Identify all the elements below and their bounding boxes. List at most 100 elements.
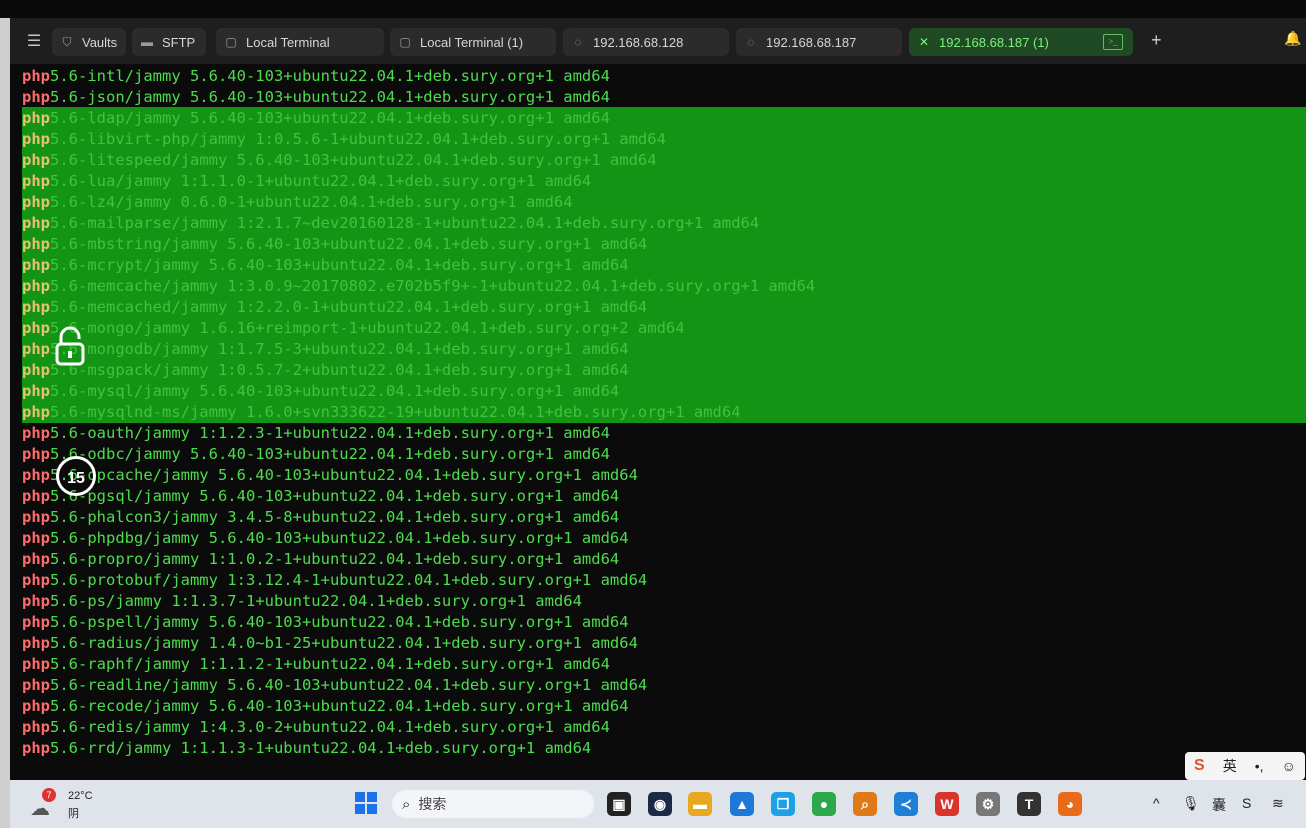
package-prefix: php (22, 361, 50, 379)
terminal-icon: ▢ (225, 35, 237, 49)
terminal-line: php5.6-json/jammy 5.6.40-103+ubuntu22.04… (22, 87, 815, 108)
package-prefix: php (22, 88, 50, 106)
terminal-line: php5.6-msgpack/jammy 1:0.5.7-2+ubuntu22.… (22, 360, 815, 381)
package-prefix: php (22, 340, 50, 358)
ime-punctuation-toggle[interactable]: •, (1255, 758, 1264, 774)
package-prefix: php (22, 256, 50, 274)
new-tab-plus-icon[interactable]: + (1151, 30, 1162, 51)
tab-local-terminal[interactable]: ▢ Local Terminal (216, 28, 384, 56)
package-info: 5.6-odbc/jammy 5.6.40-103+ubuntu22.04.1+… (50, 445, 610, 463)
ime-tray-icon[interactable]: 囊 (1212, 795, 1226, 815)
package-info: 5.6-ldap/jammy 5.6.40-103+ubuntu22.04.1+… (50, 109, 610, 127)
sogou-tray-icon[interactable]: S (1242, 795, 1251, 811)
weather-widget[interactable]: ☁ 7 22°C 阴 (30, 788, 93, 820)
chat-app-icon[interactable]: ◉ (648, 792, 672, 816)
terminal-line: php5.6-pspell/jammy 5.6.40-103+ubuntu22.… (22, 612, 815, 633)
copy-app-icon[interactable]: ❐ (771, 792, 795, 816)
weather-temp: 22°C (68, 790, 93, 802)
package-info: 5.6-oauth/jammy 1:1.2.3-1+ubuntu22.04.1+… (50, 424, 610, 442)
search-icon: ⌕ (402, 795, 411, 813)
sogou-logo-icon: S (1194, 757, 1205, 774)
ime-toolbar[interactable]: S 英 •, ☺ (1185, 752, 1305, 780)
terminal-line: php5.6-litespeed/jammy 5.6.40-103+ubuntu… (22, 150, 815, 171)
package-prefix: php (22, 676, 50, 694)
notification-bell-icon[interactable]: 🔔 (1284, 30, 1301, 47)
photos-icon[interactable]: ▲ (730, 792, 754, 816)
microphone-icon[interactable]: 🎙 (1182, 795, 1200, 812)
search-app-icon[interactable]: ⌕ (853, 792, 877, 816)
windows-start-icon[interactable] (355, 792, 377, 814)
package-prefix: php (22, 529, 50, 547)
hamburger-menu-icon[interactable]: ☰ (24, 32, 44, 52)
terminal-line: php5.6-ldap/jammy 5.6.40-103+ubuntu22.04… (22, 108, 815, 129)
tool-icon[interactable]: ⚙ (976, 792, 1000, 816)
tab-label: 192.168.68.187 (1) (939, 34, 1049, 50)
top-black-strip (0, 0, 1306, 18)
package-prefix: php (22, 739, 50, 757)
wps-icon[interactable]: W (935, 792, 959, 816)
package-prefix: php (22, 235, 50, 253)
package-info: 5.6-mongo/jammy 1.6.16+reimport-1+ubuntu… (50, 319, 685, 337)
package-prefix: php (22, 298, 50, 316)
search-placeholder: 搜索 (418, 796, 447, 812)
package-prefix: php (22, 172, 50, 190)
terminal-line: php5.6-pgsql/jammy 5.6.40-103+ubuntu22.0… (22, 486, 815, 507)
tab-host-187-1[interactable]: ✕ 192.168.68.187 (1) >_ (909, 28, 1133, 56)
ime-language-toggle[interactable]: 英 (1223, 756, 1237, 776)
package-info: 5.6-mailparse/jammy 1:2.1.7~dev20160128-… (50, 214, 760, 232)
firefox-icon[interactable]: ◕ (1058, 792, 1082, 816)
vscode-icon[interactable]: ≺ (894, 792, 918, 816)
tab-local-terminal-1[interactable]: ▢ Local Terminal (1) (390, 28, 556, 56)
package-prefix: php (22, 550, 50, 568)
package-prefix: php (22, 382, 50, 400)
terminal-line: php5.6-oauth/jammy 1:1.2.3-1+ubuntu22.04… (22, 423, 815, 444)
typora-icon[interactable]: T (1017, 792, 1041, 816)
package-info: 5.6-readline/jammy 5.6.40-103+ubuntu22.0… (50, 676, 648, 694)
package-prefix: php (22, 319, 50, 337)
chrome-icon[interactable]: ● (812, 792, 836, 816)
terminal-line: php5.6-protobuf/jammy 1:3.12.4-1+ubuntu2… (22, 570, 815, 591)
folder-icon: ▬ (141, 35, 153, 49)
tab-sftp[interactable]: ▬ SFTP (132, 28, 206, 56)
package-prefix: php (22, 109, 50, 127)
terminal-line: php5.6-libvirt-php/jammy 1:0.5.6-1+ubunt… (22, 129, 815, 150)
terminal-line: php5.6-raphf/jammy 1:1.1.2-1+ubuntu22.04… (22, 654, 815, 675)
package-info: 5.6-lz4/jammy 0.6.0-1+ubuntu22.04.1+deb.… (50, 193, 573, 211)
package-prefix: php (22, 592, 50, 610)
package-prefix: php (22, 67, 50, 85)
wifi-icon[interactable]: ≋ (1272, 795, 1284, 812)
package-info: 5.6-mysql/jammy 5.6.40-103+ubuntu22.04.1… (50, 382, 620, 400)
terminal-line: php5.6-mysql/jammy 5.6.40-103+ubuntu22.0… (22, 381, 815, 402)
terminal-line: php5.6-lz4/jammy 0.6.0-1+ubuntu22.04.1+d… (22, 192, 815, 213)
terminal-line: php5.6-mongo/jammy 1.6.16+reimport-1+ubu… (22, 318, 815, 339)
tab-bar: ☰ ⛉ Vaults ▬ SFTP ▢ Local Terminal ▢ Loc… (10, 18, 1306, 64)
package-info: 5.6-recode/jammy 5.6.40-103+ubuntu22.04.… (50, 697, 629, 715)
package-prefix: php (22, 277, 50, 295)
terminal-mode-icon[interactable]: >_ (1103, 34, 1123, 50)
package-info: 5.6-mcrypt/jammy 5.6.40-103+ubuntu22.04.… (50, 256, 629, 274)
tab-host-128[interactable]: ◌ 192.168.68.128 (563, 28, 729, 56)
terminal-line: php5.6-mailparse/jammy 1:2.1.7~dev201601… (22, 213, 815, 234)
tab-host-187[interactable]: ◌ 192.168.68.187 (736, 28, 902, 56)
terminal-line: php5.6-recode/jammy 5.6.40-103+ubuntu22.… (22, 696, 815, 717)
tab-label: Local Terminal (1) (420, 34, 524, 50)
terminal-output[interactable]: php 5.6-intl/jammy 5.6.40-103+ubuntu22.04… (10, 64, 1306, 780)
task-view-icon[interactable]: ▣ (607, 792, 631, 816)
taskbar-search-box[interactable]: ⌕ 搜索 (392, 790, 594, 818)
vault-icon: ⛉ (62, 34, 72, 49)
weather-badge: 7 (42, 788, 56, 802)
tab-vaults[interactable]: ⛉ Vaults (52, 28, 126, 56)
terminal-line: php5.6-rrd/jammy 1:1.1.3-1+ubuntu22.04.1… (22, 738, 815, 759)
ime-emoji-icon[interactable]: ☺ (1282, 758, 1296, 774)
tray-chevron-icon[interactable]: ^ (1153, 795, 1160, 811)
package-prefix: php (22, 466, 50, 484)
terminal-line: php5.6-radius/jammy 1.4.0~b1-25+ubuntu22… (22, 633, 815, 654)
rewind-15-icon[interactable]: 15 (56, 456, 96, 496)
terminal-line: php5.6-readline/jammy 5.6.40-103+ubuntu2… (22, 675, 815, 696)
package-info: 5.6-pgsql/jammy 5.6.40-103+ubuntu22.04.1… (50, 487, 620, 505)
package-info: 5.6-litespeed/jammy 5.6.40-103+ubuntu22.… (50, 151, 657, 169)
file-explorer-icon[interactable]: ▬ (688, 792, 712, 816)
terminal-line: php5.6-redis/jammy 1:4.3.0-2+ubuntu22.04… (22, 717, 815, 738)
close-icon[interactable]: ✕ (917, 35, 931, 49)
unlock-overlay-icon[interactable] (53, 326, 87, 366)
